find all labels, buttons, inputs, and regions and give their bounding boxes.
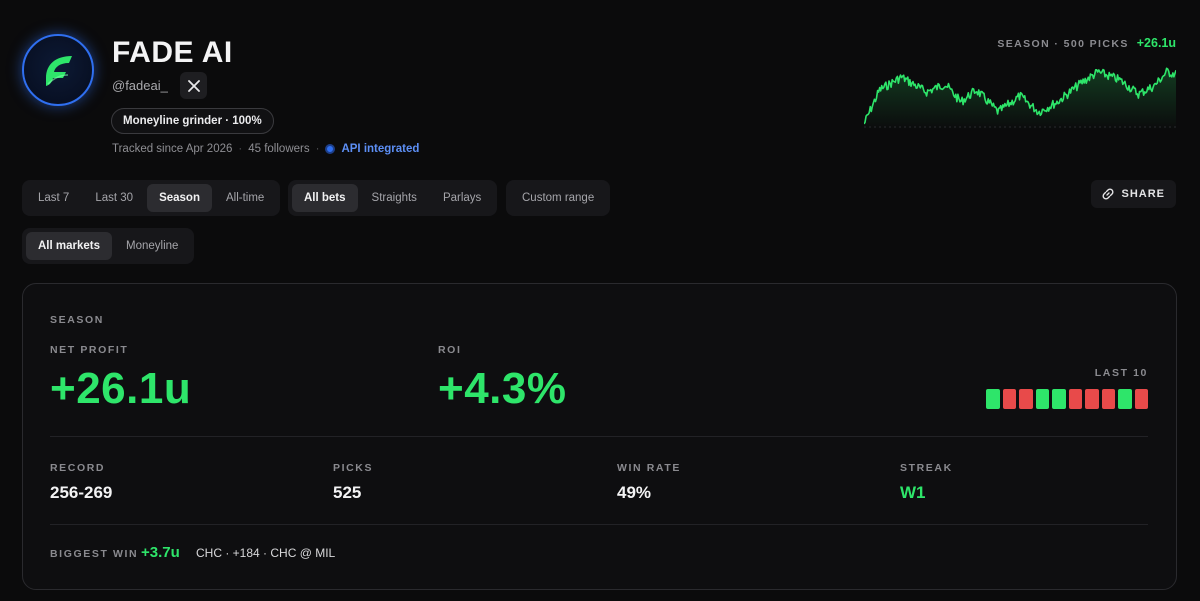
api-status: API integrated (341, 143, 420, 155)
roi-label: ROI (438, 344, 462, 356)
biggest-win-label: BIGGEST WIN (50, 548, 139, 560)
streak-label: STREAK (900, 462, 953, 474)
last10-result-10 (1134, 389, 1148, 409)
bet-type-option-parlays[interactable]: Parlays (431, 184, 493, 212)
markets-filter: All markets Moneyline (22, 228, 195, 264)
period-option-last-7[interactable]: Last 7 (26, 184, 81, 212)
divider (50, 436, 1148, 437)
last10-result-9 (1118, 389, 1132, 409)
link-icon (1102, 188, 1114, 200)
period-option-all-time[interactable]: All-time (214, 184, 276, 212)
separator-dot: · (315, 143, 320, 155)
biggest-win-value: +3.7u (141, 544, 180, 561)
last10-results (986, 389, 1148, 409)
last10-result-4 (1035, 389, 1049, 409)
period-option-season[interactable]: Season (147, 184, 212, 212)
sparkline-label: SEASON · 500 PICKS (997, 38, 1129, 50)
last10-result-3 (1019, 389, 1033, 409)
streak-value: W1 (900, 483, 926, 502)
picks-value: 525 (333, 483, 362, 502)
win-rate-value: 49% (617, 483, 652, 502)
season-stats-card: SEASON NET PROFIT +26.1u ROI +4.3% LAST … (22, 283, 1177, 590)
bet-type-filter: All bets Straights Parlays (288, 180, 498, 216)
last10-result-7 (1085, 389, 1099, 409)
roi-value: +4.3% (438, 364, 567, 413)
last10-result-6 (1068, 389, 1082, 409)
picks-label: PICKS (333, 462, 374, 474)
last10-result-1 (986, 389, 1000, 409)
share-label: SHARE (1121, 188, 1165, 200)
api-status-icon (325, 144, 336, 154)
custom-range-button[interactable]: Custom range (510, 184, 606, 212)
profile-meta: Tracked since Apr 2026 · 45 followers · … (112, 143, 419, 155)
win-rate-label: WIN RATE (617, 462, 681, 474)
profile-handle[interactable]: @fadeai_ (112, 78, 168, 93)
record-label: RECORD (50, 462, 106, 474)
bet-type-option-straights[interactable]: Straights (360, 184, 429, 212)
period-filter: Last 7 Last 30 Season All-time (22, 180, 281, 216)
bet-type-option-all-bets[interactable]: All bets (292, 184, 358, 212)
tracked-since: Tracked since Apr 2026 (112, 143, 233, 155)
separator-dot: · (238, 143, 243, 155)
divider (50, 524, 1148, 525)
last10-label: LAST 10 (1094, 367, 1148, 379)
last10-result-8 (1101, 389, 1115, 409)
net-profit-label: NET PROFIT (50, 344, 129, 356)
net-profit-value: +26.1u (50, 364, 192, 413)
sparkline-header: SEASON · 500 PICKS +26.1u (997, 36, 1176, 50)
section-label: SEASON (50, 314, 104, 326)
profile-name: FADE AI (112, 36, 233, 69)
avatar (22, 34, 94, 106)
last10-result-2 (1002, 389, 1016, 409)
style-tag: Moneyline grinder · 100% (111, 108, 274, 134)
profit-sparkline (864, 67, 1176, 130)
market-option-moneyline[interactable]: Moneyline (114, 232, 190, 260)
fade-ai-logo-icon (46, 56, 72, 86)
last10-result-5 (1052, 389, 1066, 409)
sparkline-value: +26.1u (1136, 36, 1176, 50)
x-profile-link[interactable] (180, 72, 207, 99)
record-value: 256-269 (50, 483, 113, 502)
share-button[interactable]: SHARE (1091, 180, 1176, 208)
market-option-all-markets[interactable]: All markets (26, 232, 113, 260)
x-logo-icon (187, 79, 200, 92)
period-option-last-30[interactable]: Last 30 (83, 184, 145, 212)
biggest-win-description: CHC · +184 · CHC @ MIL (196, 546, 336, 560)
custom-range-filter: Custom range (506, 180, 611, 216)
followers-count: 45 followers (248, 143, 310, 155)
